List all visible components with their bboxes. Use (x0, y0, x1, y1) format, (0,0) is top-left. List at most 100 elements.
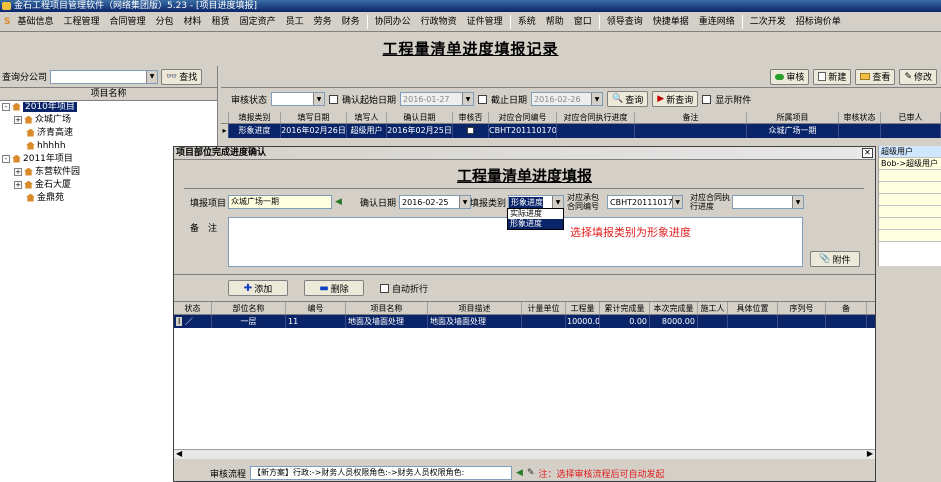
collapse-icon[interactable]: - (2, 154, 10, 163)
menu-labor[interactable]: 劳务 (309, 14, 337, 30)
menu-dev[interactable]: 二次开发 (745, 14, 791, 30)
col-filler[interactable]: 填写人 (347, 112, 387, 123)
col-worker[interactable]: 施工人 (698, 302, 728, 314)
collapse-icon[interactable]: - (2, 102, 10, 111)
menu-quick-docs[interactable]: 快捷单据 (648, 14, 694, 30)
col-audited-by[interactable]: 已审人 (881, 112, 941, 123)
chevron-down-icon[interactable]: ▼ (591, 93, 603, 105)
col-fill-date[interactable]: 填写日期 (281, 112, 347, 123)
category-option[interactable]: 实际进度 (508, 209, 563, 219)
menu-admin-goods[interactable]: 行政物资 (416, 14, 462, 30)
col-project[interactable]: 所属项目 (747, 112, 839, 123)
menu-office[interactable]: 协同办公 (370, 14, 416, 30)
show-attach-checkbox[interactable] (702, 94, 712, 104)
menu-help[interactable]: 帮助 (541, 14, 569, 30)
delete-button[interactable]: ▬ 删除 (304, 280, 364, 296)
tree-node-zhongcheng[interactable]: + 众城广场 (0, 114, 217, 127)
col-audited[interactable]: 审核否 (453, 112, 489, 123)
col-note[interactable]: 备 (826, 302, 867, 314)
pick-icon[interactable]: ◀ (516, 468, 523, 478)
col-location[interactable]: 具体位置 (728, 302, 778, 314)
chevron-down-icon[interactable]: ▼ (313, 93, 325, 105)
col-serial[interactable]: 序列号 (778, 302, 826, 314)
col-confirm-date[interactable]: 确认日期 (387, 112, 453, 123)
confirm-date-picker[interactable]: 2016-02-25 ▼ (399, 195, 472, 209)
chevron-down-icon[interactable]: ▼ (792, 196, 803, 208)
menu-bidding[interactable]: 招标询价单 (791, 14, 846, 30)
table-row[interactable]: ▸ 形象进度 2016年02月26日 超级用户 2016年02月25日 CBHT… (221, 124, 941, 138)
audit-status-select[interactable]: ▼ (271, 92, 326, 106)
tree-node-2010[interactable]: - 2010年项目 (0, 101, 217, 114)
edit-icon[interactable]: ✎ (527, 468, 535, 478)
col-unit[interactable]: 计量单位 (522, 302, 566, 314)
audited-checkbox[interactable] (467, 127, 474, 134)
col-quantity[interactable]: 工程量 (566, 302, 600, 314)
menu-certificates[interactable]: 证件管理 (462, 14, 508, 30)
new-query-button[interactable]: ▶ 新查询 (652, 91, 699, 107)
contract-exec-select[interactable]: ▼ (732, 195, 804, 209)
col-this-time[interactable]: 本次完成量 (650, 302, 698, 314)
col-contract-no[interactable]: 对应合同编号 (489, 112, 557, 123)
confirm-start-date[interactable]: 2016-01-27 ▼ (400, 92, 475, 106)
house-icon (26, 141, 35, 150)
find-button[interactable]: 👓 查找 (161, 68, 203, 85)
col-state[interactable]: 状态 (174, 302, 212, 314)
col-code[interactable]: 编号 (286, 302, 346, 314)
category-select[interactable]: 形象进度 ▼ (508, 195, 565, 209)
table-row[interactable]: I ／ 一层 11 地面及墙面处理 地面及墙面处理 10000.00 0.00 … (174, 315, 875, 328)
project-input[interactable]: 众城广场一期 (228, 195, 333, 209)
menu-system[interactable]: 系统 (513, 14, 541, 30)
col-part-name[interactable]: 部位名称 (212, 302, 286, 314)
edit-button[interactable]: ✎ 修改 (899, 68, 937, 85)
col-memo[interactable]: 备注 (635, 112, 747, 123)
scroll-left-icon[interactable]: ◀ (176, 449, 182, 458)
autowrap-checkbox[interactable] (380, 283, 389, 293)
col-item-name[interactable]: 项目名称 (346, 302, 428, 314)
flow-input[interactable]: 【新方案】行政:->财务人员权限角色:->财务人员权限角色: (250, 466, 513, 480)
menu-finance[interactable]: 财务 (337, 14, 365, 30)
col-cumulative[interactable]: 累计完成量 (600, 302, 650, 314)
chevron-down-icon[interactable]: ▼ (552, 196, 564, 208)
menu-leader-query[interactable]: 领导查询 (602, 14, 648, 30)
chevron-down-icon[interactable]: ▼ (462, 93, 474, 105)
menu-material[interactable]: 材料 (179, 14, 207, 30)
menu-contract[interactable]: 合同管理 (105, 14, 151, 30)
menu-basic[interactable]: 基础信息 (12, 14, 58, 30)
menu-lease[interactable]: 租赁 (207, 14, 235, 30)
audit-button[interactable]: 审核 (770, 68, 810, 85)
add-button[interactable]: ✚ 添加 (228, 280, 288, 296)
col-item-desc[interactable]: 项目描述 (428, 302, 522, 314)
chevron-down-icon[interactable]: ▼ (146, 70, 158, 83)
attach-button[interactable]: 📎 附件 (810, 251, 860, 267)
menu-fixed-assets[interactable]: 固定资产 (235, 14, 281, 30)
menu-staff[interactable]: 员工 (281, 14, 309, 30)
chevron-down-icon[interactable]: ▼ (672, 196, 682, 208)
dialog-title: 项目部位完成进度确认 (176, 148, 267, 158)
pick-icon[interactable]: ◀ (335, 197, 342, 207)
expand-icon[interactable]: + (14, 180, 22, 189)
end-date-checkbox[interactable] (478, 94, 488, 104)
col-category[interactable]: 填报类别 (229, 112, 281, 123)
chevron-down-icon[interactable]: ▼ (459, 196, 471, 208)
query-button[interactable]: 🔍 查询 (607, 91, 649, 107)
menu-subcontract[interactable]: 分包 (151, 14, 179, 30)
menu-project[interactable]: 工程管理 (59, 14, 105, 30)
horizontal-scrollbar[interactable]: ◀ ▶ (174, 449, 875, 459)
menu-reconnect[interactable]: 重连网络 (694, 14, 740, 30)
contract-no-select[interactable]: CBHT2011101705▼ (607, 195, 683, 209)
end-date[interactable]: 2016-02-26 ▼ (531, 92, 604, 106)
confirm-start-checkbox[interactable] (329, 94, 339, 104)
expand-icon[interactable]: + (14, 115, 22, 124)
menu-window[interactable]: 窗口 (569, 14, 597, 30)
view-button[interactable]: 查看 (855, 68, 896, 85)
expand-icon[interactable]: + (14, 167, 22, 176)
close-icon[interactable]: ✕ (862, 148, 873, 158)
col-audit-status[interactable]: 审核状态 (839, 112, 881, 123)
col-contract-progress[interactable]: 对应合同执行进度 (557, 112, 635, 123)
tree-node-jiqing[interactable]: 济青高速 (0, 127, 217, 140)
category-option[interactable]: 形象进度 (508, 219, 563, 229)
scroll-right-icon[interactable]: ▶ (867, 449, 873, 458)
new-button[interactable]: 新建 (813, 68, 852, 85)
autowrap-option[interactable]: 自动折行 (380, 282, 428, 295)
branch-select[interactable]: ▼ (50, 69, 159, 84)
